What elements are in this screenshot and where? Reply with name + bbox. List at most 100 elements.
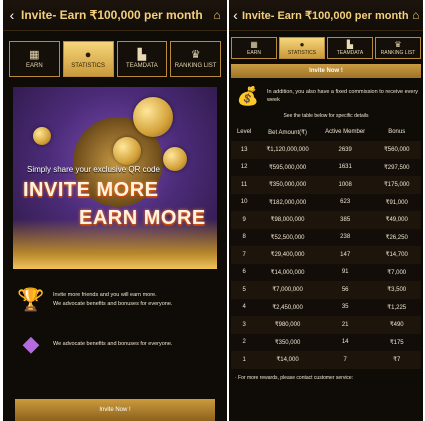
table-cell: 12 [231,158,258,176]
table-cell: 91 [317,263,373,281]
table-cell: ₹175,000 [372,176,421,194]
table-cell: ₹560,000 [372,141,421,159]
crown-icon: ♛ [190,48,201,61]
table-cell: ₹52,500,000 [257,228,318,246]
table-cell: 2639 [317,141,373,159]
chevron-left-icon[interactable]: ‹ [3,7,21,23]
coin-image [133,97,173,137]
table-cell: 385 [317,211,373,229]
table-cell: ₹7,000 [372,263,421,281]
column-header: Active Member [325,129,366,135]
money-bag-icon: ● [299,39,305,49]
tab-bar: ▦ EARN ● STATISTICS ▙ TEAMDATA ♛ RANKING LIS… [3,41,227,77]
banner-line-1: INVITE MORE [23,179,159,201]
table-cell: 1 [231,351,258,369]
banner-subtitle: Simply share your exclusive QR code [27,165,160,174]
crown-icon: ♛ [394,39,402,49]
table-cell: 147 [317,246,373,264]
table-cell: ₹91,000 [372,193,421,211]
table-cell: 13 [231,141,258,159]
table-cell: 5 [231,281,258,299]
promo-banner: Simply share your exclusive QR code INVI… [13,87,217,269]
gem-icon: ◆ [22,331,40,356]
table-cell: 238 [317,228,373,246]
tab-statistics[interactable]: ● STATISTICS [279,37,325,59]
table-row: 4 ₹2,450,000 35 ₹1,225 [231,298,421,316]
money-bag-icon: ● [84,48,92,61]
tab-earn[interactable]: ▦ EARN [9,41,60,77]
chevron-left-icon[interactable]: ‹ [229,7,242,23]
table-row: 7 ₹29,400,000 147 ₹14,700 [231,246,421,264]
qr-icon: ▦ [29,48,40,61]
table-cell: 10 [231,193,258,211]
tab-label: RANKING LIST [380,49,416,56]
feature-text: Invite more friends and you will earn mo… [53,292,157,298]
table-cell: ₹490 [372,316,421,334]
table-cell: 11 [231,176,258,194]
tab-teamdata[interactable]: ▙ TEAMDATA [116,41,168,77]
table-cell: 6 [231,263,258,281]
invite-now-button[interactable]: Invite Now ! [15,399,215,421]
footer-text: · For more rewards, please contact custo… [235,374,354,381]
page-title: Invite- Earn ₹100,000 per month [21,8,203,22]
table-cell: ₹29,400,000 [257,246,318,264]
tab-label: EARN [26,62,43,69]
table-cell: ₹350,000 [257,333,318,351]
tab-label: TEAMDATA [125,62,158,69]
column-header: Level [236,129,252,135]
table-cell: 7 [231,246,258,264]
table-cell: ₹1,225 [372,298,421,316]
home-icon[interactable]: ⌂ [207,8,227,22]
qr-icon: ▦ [250,39,258,49]
table-row: 6 ₹14,000,000 91 ₹7,000 [231,263,421,281]
table-cell: ₹14,700 [372,246,421,264]
table-cell: 623 [317,193,373,211]
table-row: 12 ₹595,000,000 1631 ₹297,500 [231,158,421,176]
home-icon[interactable]: ⌂ [409,8,423,22]
column-header: Bonus [388,129,406,135]
feature-text: We advocate benefits and bonuses for eve… [53,340,173,347]
see-table-text: See the table below for specific details [283,113,369,119]
table-cell: ₹175 [372,333,421,351]
coin-image [163,147,187,171]
left-screen: ‹ Invite- Earn ₹100,000 per month ⌂ ▦ EAR… [3,0,227,421]
table-cell: ₹14,000 [257,351,318,369]
invite-now-button[interactable]: Invite Now ! [231,64,421,78]
table-cell: 8 [231,228,258,246]
table-cell: 14 [317,333,373,351]
commission-info: 💰 In addition, you also have a fixed com… [233,84,419,108]
table-cell: 1008 [317,176,373,194]
table-cell: ₹297,500 [372,158,421,176]
feature-item: 🏆 Invite more friends and you will earn … [15,287,217,313]
bar-chart-icon: ▙ [346,39,354,49]
table-cell: 9 [231,211,258,229]
table-cell: ₹595,000,000 [257,158,318,176]
table-cell: ₹26,250 [372,228,421,246]
tab-statistics[interactable]: ● STATISTICS [62,41,114,77]
table-row: 5 ₹7,000,000 56 ₹3,500 [231,281,421,299]
table-row: 10 ₹182,000,000 623 ₹91,000 [231,193,421,211]
table-cell: ₹350,000,000 [257,176,318,194]
tab-teamdata[interactable]: ▙ TEAMDATA [327,37,373,59]
table-cell: ₹49,000 [372,211,421,229]
table-cell: ₹7,000,000 [257,281,318,299]
coin-image [113,137,141,165]
trophy-icon: 🏆 [17,287,45,312]
table-cell: ₹3,500 [372,281,421,299]
tab-ranking-list[interactable]: ♛ RANKING LIST [375,37,421,59]
table-cell: 7 [317,351,373,369]
table-row: 3 ₹980,000 21 ₹490 [231,316,421,334]
tab-earn[interactable]: ▦ EARN [231,37,277,59]
table-cell: ₹182,000,000 [257,193,318,211]
tab-ranking-list[interactable]: ♛ RANKING LIST [170,41,221,77]
table-cell: 35 [317,298,373,316]
banner-line-2: EARN MORE [79,207,206,229]
coin-image [33,127,51,145]
table-cell: ₹98,000,000 [257,211,318,229]
table-cell: ₹1,120,000,000 [257,141,318,159]
table-row: 1 ₹14,000 7 ₹7 [231,351,421,369]
table-row: 2 ₹350,000 14 ₹175 [231,333,421,351]
table-cell: ₹14,000,000 [257,263,318,281]
table-cell: ₹7 [372,351,421,369]
money-bag-icon: 💰 [236,86,260,106]
